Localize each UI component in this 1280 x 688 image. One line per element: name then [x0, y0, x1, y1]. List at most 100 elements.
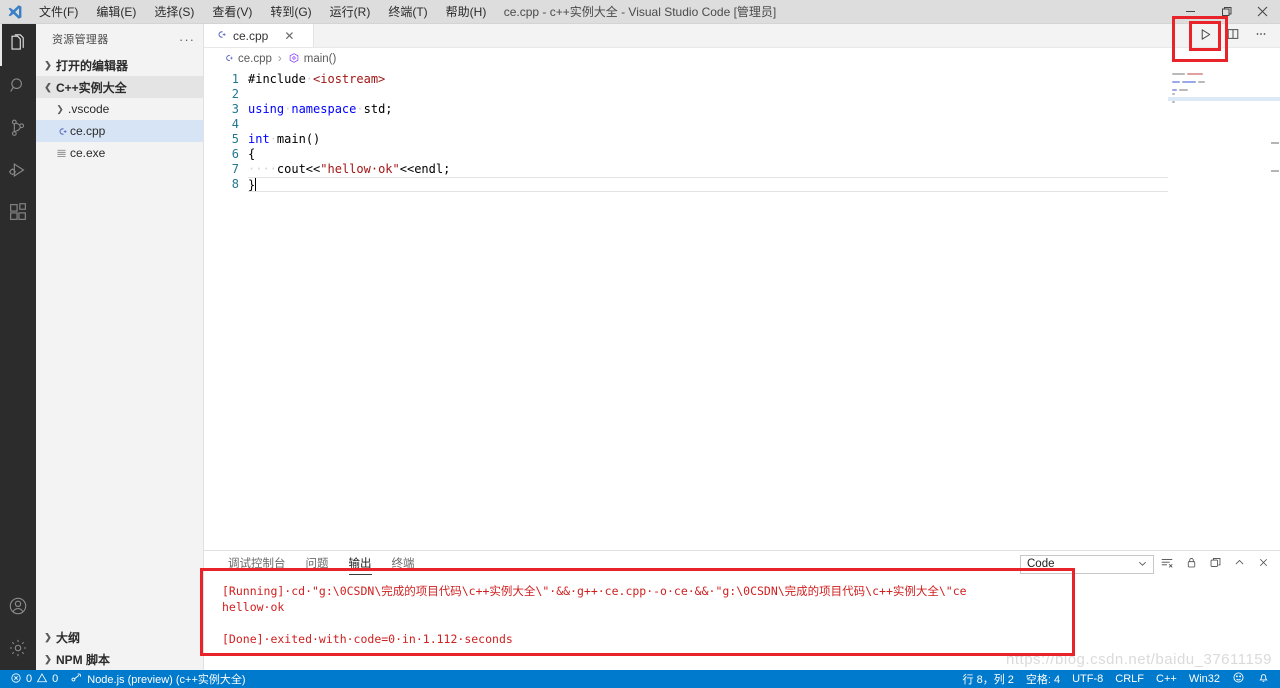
- close-panel-button[interactable]: [1252, 553, 1274, 575]
- code-token: <iostream>: [313, 72, 386, 86]
- split-editor-button[interactable]: [1220, 24, 1246, 48]
- sidebar-item-run-debug[interactable]: [0, 150, 36, 192]
- status-problems[interactable]: 0 0: [4, 670, 64, 688]
- code-line: {: [248, 147, 1168, 162]
- status-eol[interactable]: CRLF: [1109, 670, 1150, 688]
- code-token: }: [248, 178, 256, 192]
- sidebar-section-open-editors[interactable]: ❯ 打开的编辑器: [36, 54, 203, 76]
- run-code-button[interactable]: [1189, 20, 1221, 51]
- remote-icon: [70, 671, 83, 687]
- status-indentation[interactable]: 空格: 4: [1020, 670, 1066, 688]
- file-label: .vscode: [68, 102, 110, 116]
- close-icon[interactable]: ✕: [284, 29, 294, 43]
- tab-terminal[interactable]: 终端: [382, 551, 425, 577]
- breadcrumb-file[interactable]: ce.cpp: [238, 53, 272, 65]
- sidebar-item-ce-cpp[interactable]: ce.cpp: [36, 120, 203, 142]
- code-token: "hellow·ok": [320, 162, 400, 176]
- settings-button[interactable]: [0, 628, 36, 670]
- tab-label: ce.cpp: [233, 28, 269, 43]
- menu-goto[interactable]: 转到(G): [261, 0, 320, 24]
- more-actions-button[interactable]: [1248, 24, 1274, 48]
- output-line: [Running]·cd·"g:\0CSDN\完成的项目代码\c++实例大全\"…: [222, 584, 967, 598]
- tab-output[interactable]: 输出: [339, 551, 382, 577]
- status-language-mode[interactable]: C++: [1150, 670, 1183, 688]
- code-editor[interactable]: 1 2 3 4 5 6 7 8 #include·<iostream> using…: [204, 70, 1280, 550]
- status-notifications-button[interactable]: [1251, 670, 1276, 688]
- clear-output-icon: [1160, 556, 1174, 573]
- code-token: namespace: [291, 102, 357, 116]
- sidebar-item-vscode-folder[interactable]: ❯ .vscode: [36, 98, 203, 120]
- menu-run[interactable]: 运行(R): [321, 0, 380, 24]
- clear-output-button[interactable]: [1156, 553, 1178, 575]
- search-icon: [7, 75, 29, 100]
- chevron-down-icon: [1138, 559, 1147, 570]
- title-bar: 文件(F) 编辑(E) 选择(S) 查看(V) 转到(G) 运行(R) 终端(T…: [0, 0, 1280, 24]
- menu-edit[interactable]: 编辑(E): [87, 0, 145, 24]
- status-feedback-button[interactable]: [1226, 670, 1251, 688]
- file-label: ce.cpp: [70, 124, 106, 138]
- menu-view[interactable]: 查看(V): [203, 0, 261, 24]
- breadcrumb-separator: ›: [277, 53, 282, 65]
- minimap[interactable]: [1168, 70, 1280, 550]
- sidebar-item-source-control[interactable]: [0, 108, 36, 150]
- chevron-up-icon: [1233, 556, 1246, 572]
- output-channel-select[interactable]: Code: [1020, 554, 1154, 574]
- status-cursor-position[interactable]: 行 8，列 2: [957, 670, 1020, 688]
- minimap-line: [1172, 73, 1280, 76]
- collapse-panel-button[interactable]: [1228, 553, 1250, 575]
- code-token: ····: [248, 162, 277, 176]
- output-panel: 调试控制台 问题 输出 终端 Code [Running]·cd·"g:\0CS…: [204, 550, 1280, 670]
- sidebar-item-ce-exe[interactable]: ce.exe: [36, 142, 203, 164]
- sidebar-section-npm-scripts[interactable]: ❯ NPM 脚本: [36, 648, 203, 670]
- chevron-right-icon: ❯: [44, 631, 52, 642]
- tab-ce-cpp[interactable]: ce.cpp ✕: [204, 24, 314, 47]
- status-encoding[interactable]: UTF-8: [1066, 670, 1109, 688]
- tab-debug-console[interactable]: 调试控制台: [218, 551, 296, 577]
- sidebar-filler: [36, 164, 203, 626]
- close-window-button[interactable]: [1244, 0, 1280, 24]
- line-number: 2: [231, 87, 239, 101]
- activity-bar-spacer: [0, 234, 36, 586]
- restore-button[interactable]: [1208, 0, 1244, 24]
- breadcrumb-symbol[interactable]: main(): [304, 53, 337, 65]
- code-token: ·: [356, 102, 364, 116]
- menu-terminal[interactable]: 终端(T): [379, 0, 436, 24]
- sidebar-title: 资源管理器: [52, 34, 109, 46]
- sidebar-section-label: 大纲: [56, 630, 81, 645]
- sidebar-section-outline[interactable]: ❯ 大纲: [36, 626, 203, 648]
- sidebar-item-search[interactable]: [0, 66, 36, 108]
- tab-problems[interactable]: 问题: [296, 551, 339, 577]
- cpp-file-icon: [222, 52, 234, 67]
- sidebar-section-workspace[interactable]: ❮ C++实例大全: [36, 76, 203, 98]
- sidebar-more-icon[interactable]: ···: [179, 32, 195, 47]
- ellipsis-icon: [1254, 27, 1268, 44]
- source-control-icon: [7, 117, 29, 142]
- code-token: {: [248, 147, 256, 161]
- line-number: 8: [231, 177, 239, 191]
- minimap-block: [1198, 81, 1205, 83]
- code-token: using: [248, 102, 285, 116]
- minimap-block: [1178, 89, 1189, 91]
- menu-bar[interactable]: 文件(F) 编辑(E) 选择(S) 查看(V) 转到(G) 运行(R) 终端(T…: [30, 0, 495, 24]
- menu-file[interactable]: 文件(F): [30, 0, 87, 24]
- vscode-window: 文件(F) 编辑(E) 选择(S) 查看(V) 转到(G) 运行(R) 终端(T…: [0, 0, 1280, 688]
- menu-help[interactable]: 帮助(H): [437, 0, 496, 24]
- code-text[interactable]: #include·<iostream> using·namespace·std; i…: [248, 70, 1168, 550]
- minimap-block: [1172, 101, 1175, 103]
- output-console-text[interactable]: [Running]·cd·"g:\0CSDN\完成的项目代码\c++实例大全\"…: [204, 577, 1280, 670]
- open-new-window-button[interactable]: [1204, 553, 1226, 575]
- status-platform[interactable]: Win32: [1183, 670, 1226, 688]
- account-button[interactable]: [0, 586, 36, 628]
- minimap-block: [1172, 89, 1177, 91]
- sidebar-section-label: NPM 脚本: [56, 652, 111, 667]
- panel-actions: Code: [1020, 553, 1280, 575]
- menu-selection[interactable]: 选择(S): [145, 0, 203, 24]
- warning-count: 0: [52, 673, 59, 685]
- sidebar-item-explorer[interactable]: [0, 24, 36, 66]
- status-remote[interactable]: Node.js (preview) (c++实例大全): [64, 670, 251, 688]
- minimize-button[interactable]: [1172, 0, 1208, 24]
- window-controls: [1172, 0, 1280, 24]
- sidebar-item-extensions[interactable]: [0, 192, 36, 234]
- lock-scroll-button[interactable]: [1180, 553, 1202, 575]
- minimap-line: [1172, 101, 1280, 104]
